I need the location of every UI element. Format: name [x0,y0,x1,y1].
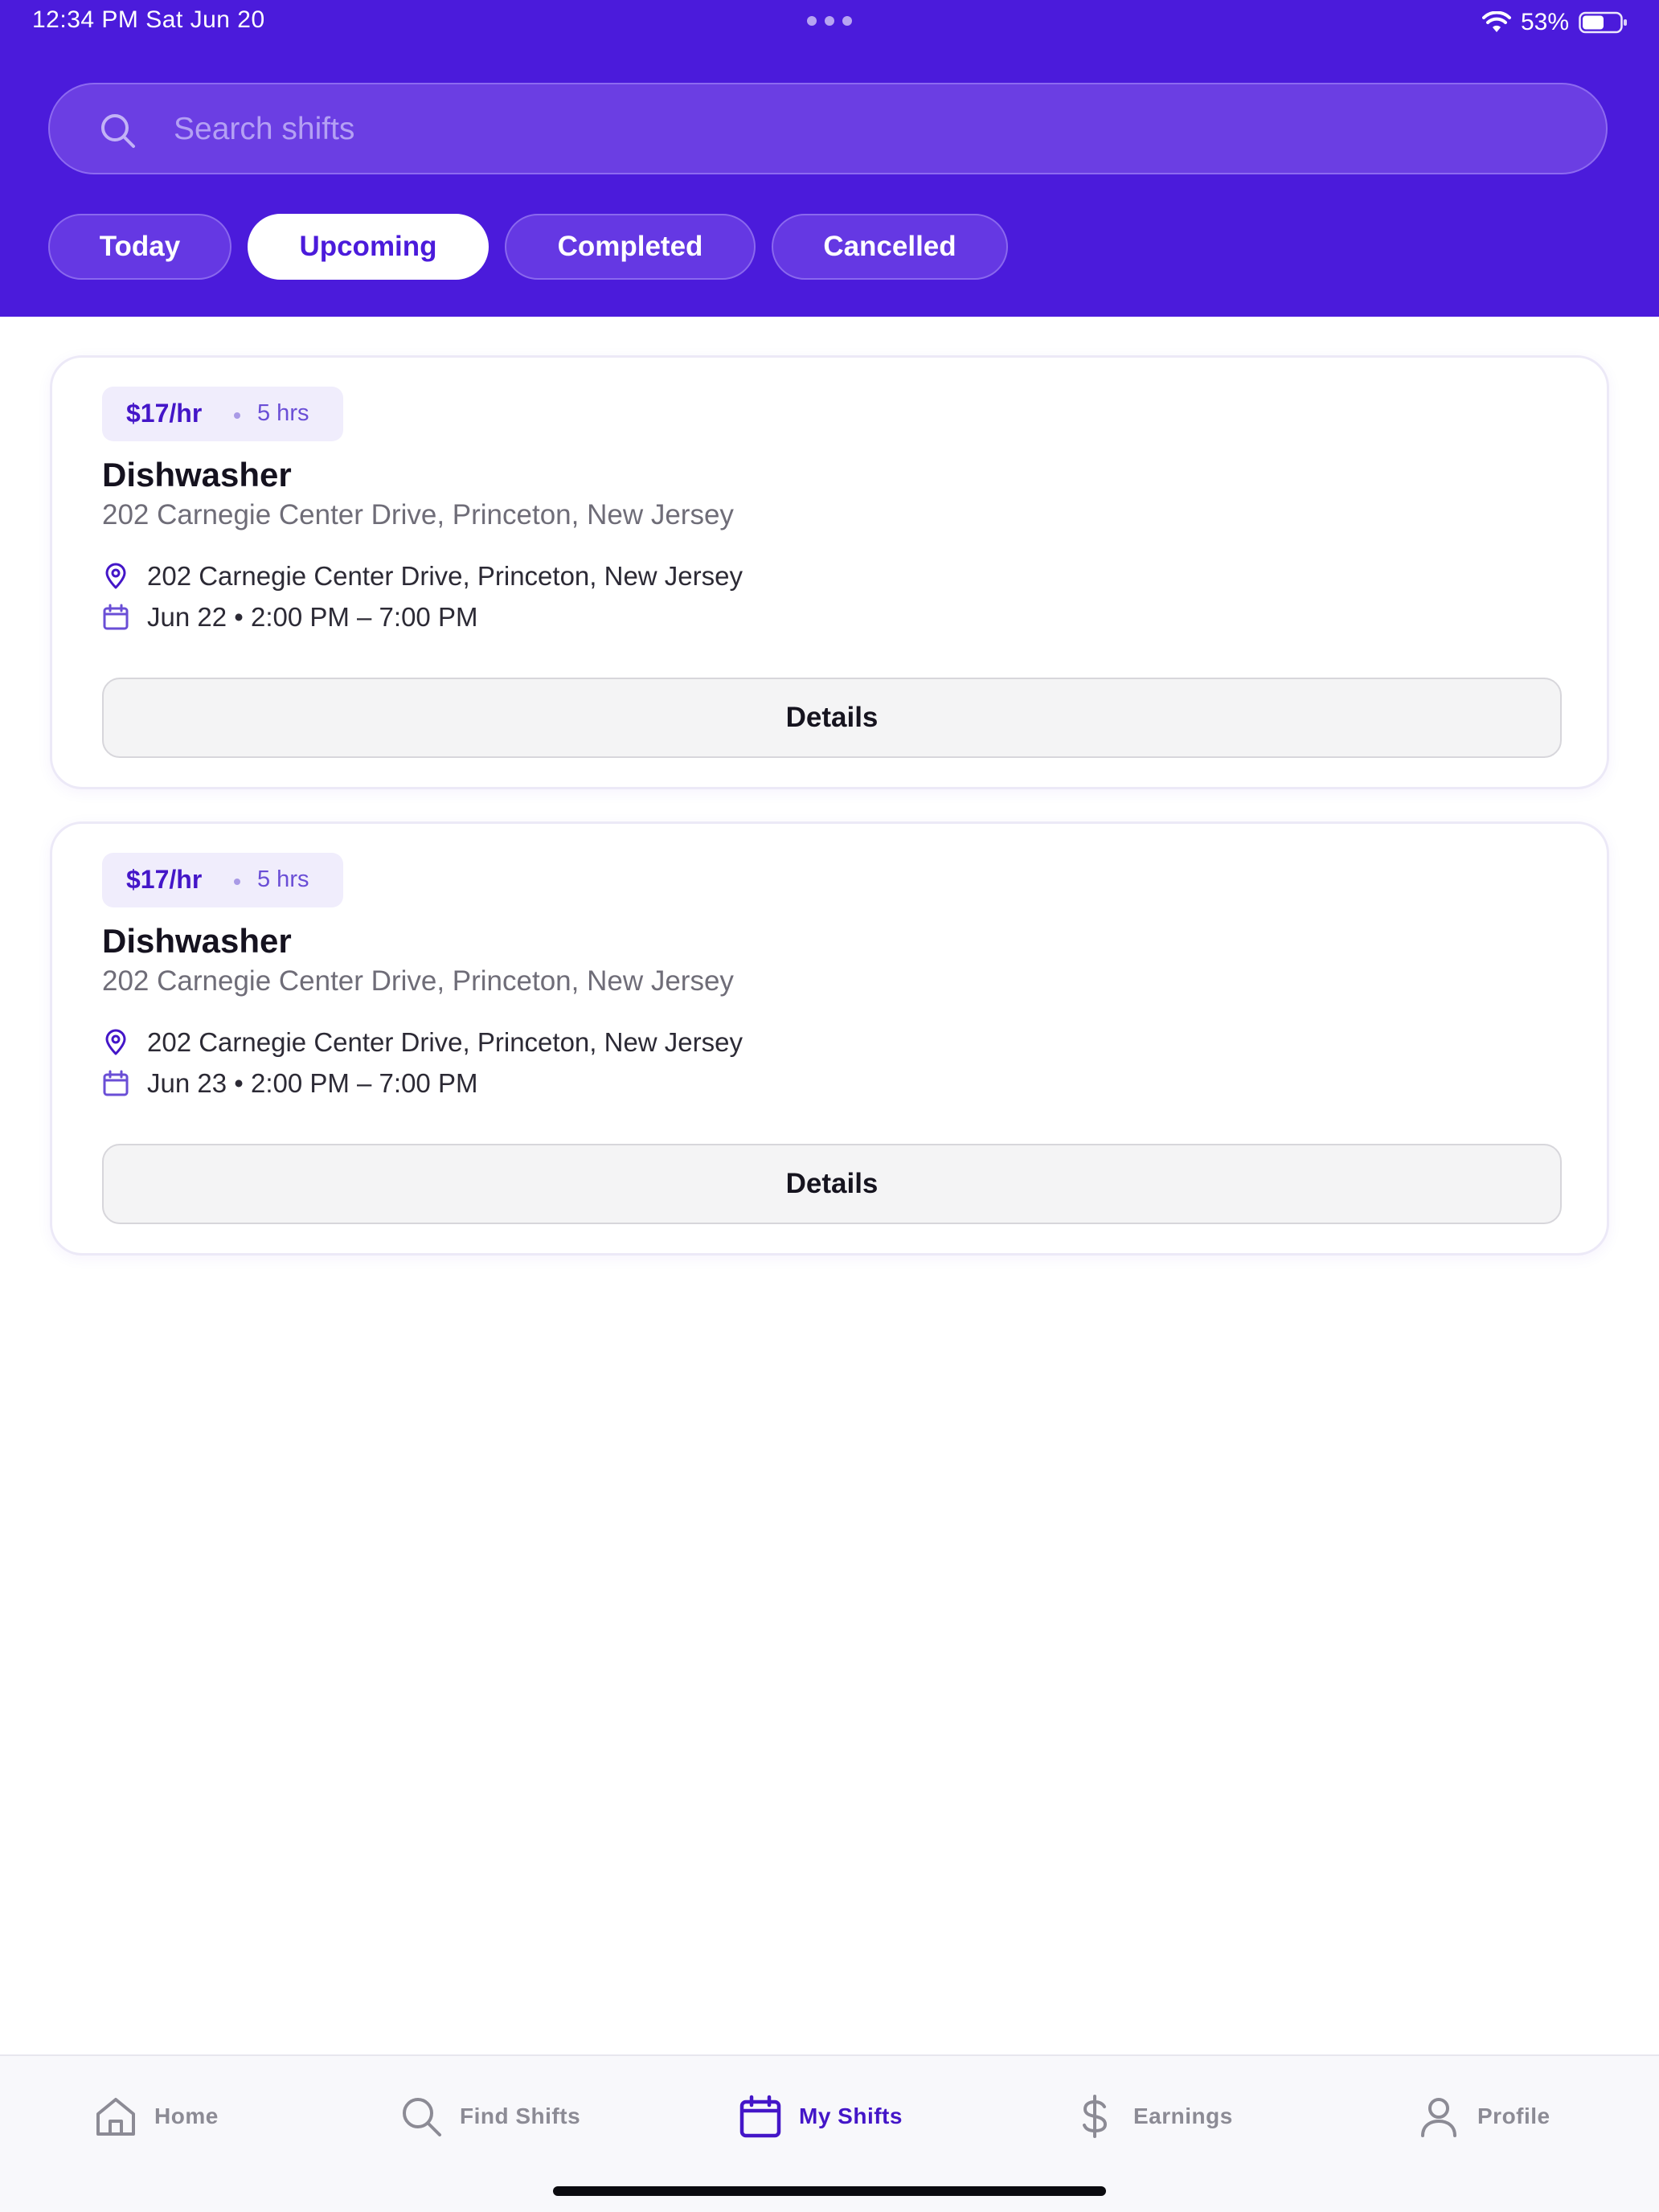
tab-home[interactable]: Home [93,2056,219,2177]
schedule-row: Jun 23 • 2:00 PM – 7:00 PM [102,1066,477,1101]
shift-subtitle: 202 Carnegie Center Drive, Princeton, Ne… [102,499,734,530]
separator-dot [234,412,240,419]
status-indicators: 53% [1481,6,1628,39]
shift-title: Dishwasher [102,456,292,494]
person-icon [1421,2098,1456,2137]
details-button[interactable]: Details [102,1144,1562,1224]
location-pin-icon [105,563,126,589]
pay-rate: $17/hr [126,399,203,428]
location-row: 202 Carnegie Center Drive, Princeton, Ne… [102,1025,743,1060]
pay-rate: $17/hr [126,865,203,894]
location-row: 202 Carnegie Center Drive, Princeton, Ne… [102,559,743,594]
shift-subtitle: 202 Carnegie Center Drive, Princeton, Ne… [102,965,734,997]
calendar-icon [103,1070,129,1096]
search-input[interactable]: Search shifts [48,83,1608,174]
location-text: 202 Carnegie Center Drive, Princeton, Ne… [147,1027,743,1057]
pay-badge: $17/hr 5 hrs [102,387,343,441]
location-pin-icon [105,1029,126,1055]
shift-title: Dishwasher [102,922,292,960]
tab-earnings[interactable]: Earnings [1072,2056,1233,2177]
schedule-row: Jun 22 • 2:00 PM – 7:00 PM [102,600,477,635]
shift-hours: 5 hrs [257,866,309,892]
search-icon [101,114,135,148]
shift-card[interactable]: $17/hr 5 hrs Dishwasher 202 Carnegie Cen… [50,355,1609,789]
schedule-text: Jun 22 • 2:00 PM – 7:00 PM [147,602,478,632]
filter-completed[interactable]: Completed [505,214,756,280]
tab-label: Profile [1477,2103,1550,2128]
wifi-icon [1481,11,1511,32]
tab-label: Earnings [1133,2103,1233,2128]
tab-my-shifts[interactable]: My Shifts [738,2056,903,2177]
search-icon [403,2098,441,2136]
location-text: 202 Carnegie Center Drive, Princeton, Ne… [147,561,743,591]
header: 12:34 PM Sat Jun 20 53% Search shifts To… [0,0,1659,317]
tab-label: Home [154,2103,219,2128]
filter-upcoming[interactable]: Upcoming [248,214,489,280]
status-time: 12:34 PM Sat Jun 20 [32,6,265,33]
shift-hours: 5 hrs [257,400,309,426]
filter-today[interactable]: Today [48,214,231,280]
battery-icon [1579,11,1627,34]
tab-label: My Shifts [799,2103,903,2128]
status-bar: 12:34 PM Sat Jun 20 53% [0,0,1659,48]
home-icon [96,2098,135,2136]
multitasking-dots-icon[interactable] [807,16,852,26]
shift-card[interactable]: $17/hr 5 hrs Dishwasher 202 Carnegie Cen… [50,821,1609,1256]
battery-percentage: 53% [1520,9,1569,35]
schedule-text: Jun 23 • 2:00 PM – 7:00 PM [147,1068,478,1098]
details-button[interactable]: Details [102,678,1562,758]
tab-find-shifts[interactable]: Find Shifts [399,2056,580,2177]
home-indicator[interactable] [553,2186,1106,2196]
filter-cancelled[interactable]: Cancelled [772,214,1008,280]
search-placeholder: Search shifts [174,112,355,146]
calendar-icon [103,604,129,630]
tab-label: Find Shifts [460,2103,581,2128]
dollar-icon [1083,2095,1108,2138]
separator-dot [234,879,240,885]
pay-badge: $17/hr 5 hrs [102,853,343,907]
tab-profile[interactable]: Profile [1416,2056,1550,2177]
calendar-icon [739,2095,781,2138]
